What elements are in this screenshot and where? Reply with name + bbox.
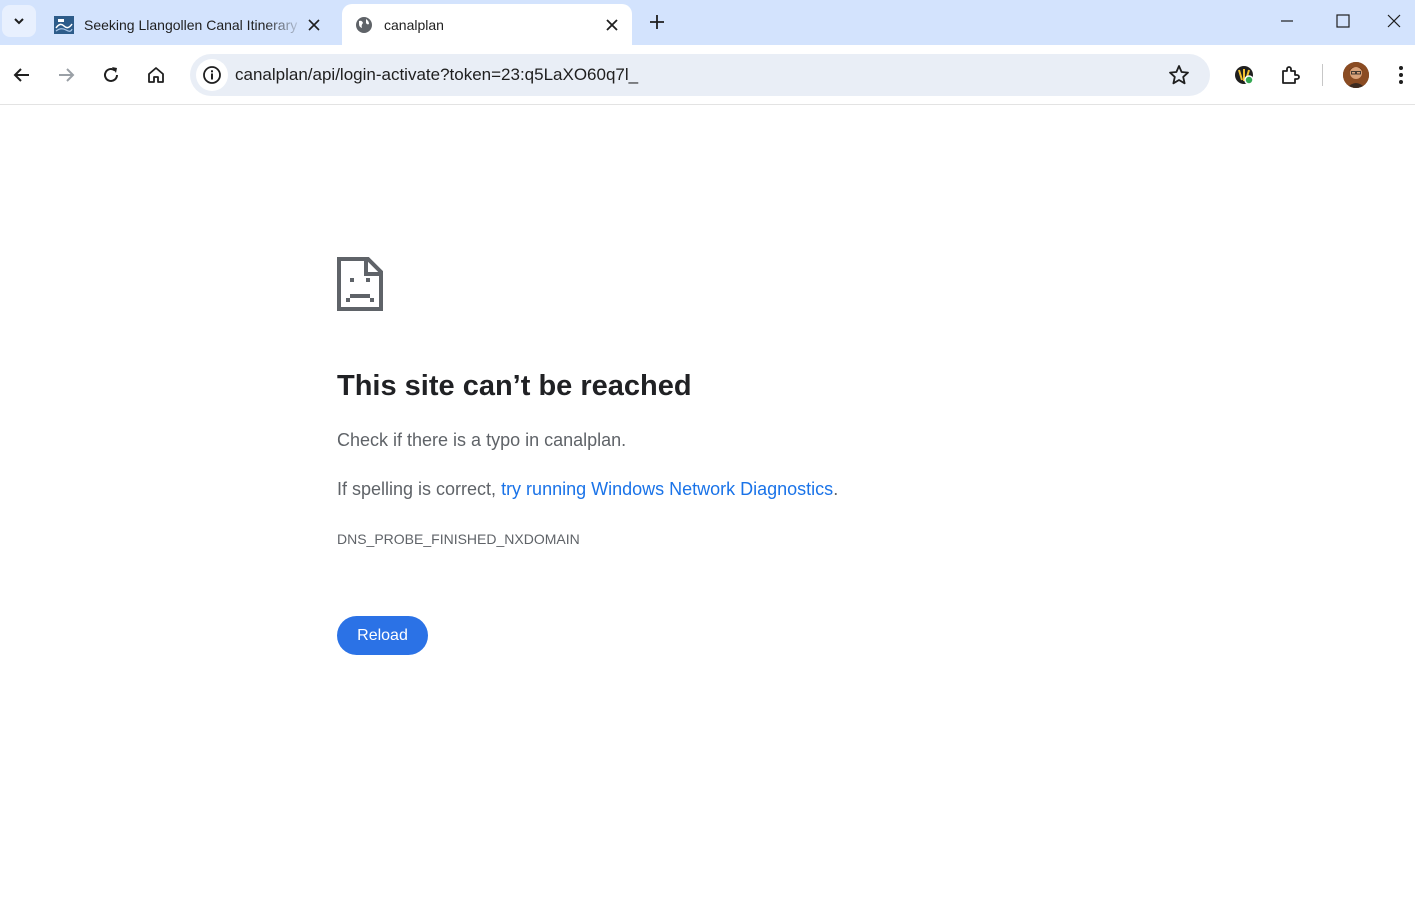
globe-icon [354, 15, 374, 35]
tab-search-button[interactable] [2, 5, 36, 37]
diagnostics-prefix: If spelling is correct, [337, 479, 502, 499]
typo-hint: Check if there is a typo in canalplan. [337, 430, 627, 450]
maximize-button[interactable] [1315, 0, 1371, 42]
arrow-left-icon [13, 68, 29, 82]
tab-title: Seeking Llangollen Canal Itinerary [84, 16, 298, 33]
three-dots-vertical-icon [1399, 66, 1403, 84]
reload-button[interactable]: Reload [337, 616, 428, 655]
chevron-down-icon [14, 18, 24, 25]
close-icon[interactable] [602, 15, 622, 35]
minimize-icon [1281, 20, 1293, 22]
toolbar-divider [1322, 64, 1323, 86]
new-tab-button[interactable] [644, 9, 670, 35]
canal-logo-icon [54, 15, 74, 35]
extension-badge-icon [1235, 66, 1254, 85]
tab-canalplan[interactable]: canalplan [342, 4, 632, 45]
maximize-icon [1336, 14, 1350, 28]
home-button[interactable] [140, 59, 172, 91]
tab-strip: Seeking Llangollen Canal Itinerary canal… [0, 0, 1415, 45]
back-button[interactable] [6, 59, 38, 91]
minimize-button[interactable] [1259, 0, 1315, 42]
network-diagnostics-link[interactable]: try running Windows Network Diagnostics [501, 479, 833, 499]
error-code: DNS_PROBE_FINISHED_NXDOMAIN [337, 531, 580, 547]
tab-seeking-llangollen[interactable]: Seeking Llangollen Canal Itinerary [42, 4, 334, 45]
puzzle-icon [1282, 66, 1300, 84]
close-icon[interactable] [304, 15, 324, 35]
site-info-button[interactable] [196, 59, 228, 91]
home-icon [148, 67, 164, 83]
bookmark-star-button[interactable] [1166, 62, 1192, 88]
tab-title: canalplan [384, 16, 444, 33]
star-icon [1169, 65, 1189, 85]
extensions-menu-button[interactable] [1274, 59, 1306, 91]
plus-icon [650, 15, 664, 29]
browser-toolbar: canalplan/api/login-activate?token=23:q5… [0, 45, 1415, 105]
sad-document-icon [337, 257, 383, 311]
info-icon [203, 66, 221, 84]
url-text[interactable]: canalplan/api/login-activate?token=23:q5… [235, 65, 638, 85]
extension-button[interactable] [1228, 59, 1260, 91]
forward-button[interactable] [50, 59, 82, 91]
reload-icon [104, 67, 118, 82]
close-icon [1387, 14, 1400, 28]
diagnostics-suffix: . [833, 479, 839, 499]
avatar[interactable] [1343, 62, 1369, 88]
window-close-button[interactable] [1372, 0, 1415, 42]
error-page: This site can’t be reached Check if ther… [0, 106, 1415, 911]
diagnostics-hint: If spelling is correct, try running Wind… [337, 479, 838, 500]
chrome-menu-button[interactable] [1385, 59, 1415, 91]
arrow-right-icon [59, 68, 75, 82]
error-title: This site can’t be reached [337, 370, 692, 402]
address-bar[interactable]: canalplan/api/login-activate?token=23:q5… [190, 54, 1210, 96]
reload-toolbar-button[interactable] [95, 59, 127, 91]
